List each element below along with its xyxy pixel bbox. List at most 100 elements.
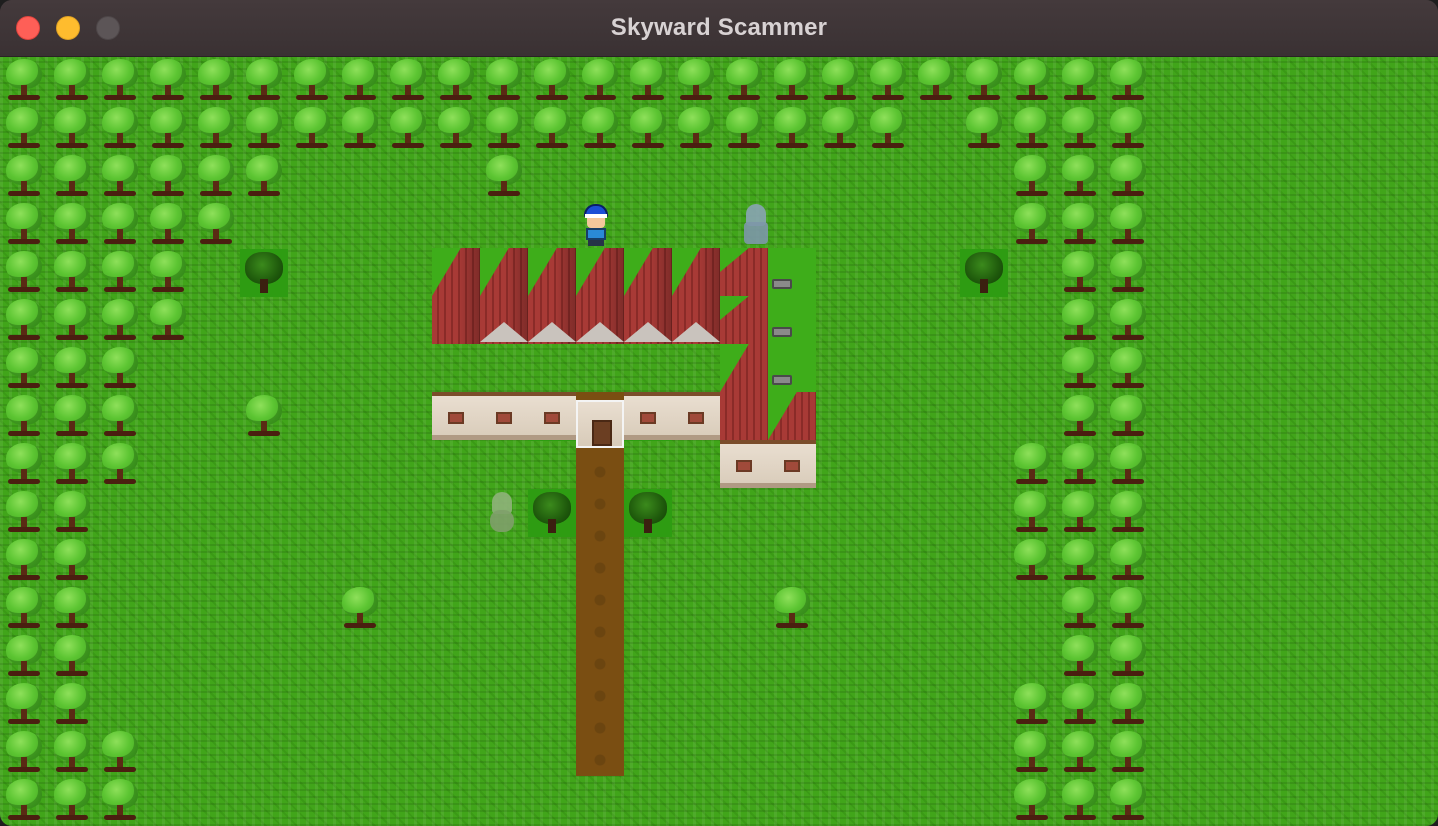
game-map[interactable] [0,57,1438,826]
house-wall [768,440,816,488]
tree-icon [0,681,48,729]
tree-icon [48,105,96,153]
tree-icon [240,153,288,201]
tree-icon [96,201,144,249]
house-wall [528,392,576,440]
tree-icon [480,57,528,105]
tree-icon [672,105,720,153]
player-body [586,228,606,240]
tree-icon [1104,393,1152,441]
tree-icon [96,441,144,489]
tree-icon [1056,585,1104,633]
tree-icon [1008,441,1056,489]
tree-icon [864,57,912,105]
tree-icon [48,441,96,489]
green-npc[interactable] [484,490,520,534]
ghost-npc[interactable] [738,202,774,246]
tree-icon [1104,441,1152,489]
house-wall [432,392,480,440]
tree-icon [192,153,240,201]
tree-icon [0,297,48,345]
tree-icon [1008,729,1056,777]
tree-icon [1104,249,1152,297]
tree-icon [0,729,48,777]
tree-icon [1056,201,1104,249]
tree-icon [1104,153,1152,201]
tree-icon [0,345,48,393]
npc-robe [744,222,768,244]
tree-icon [336,105,384,153]
tree-icon [48,537,96,585]
player-character[interactable] [578,202,614,246]
tree-icon [384,57,432,105]
tree-icon [96,249,144,297]
tree-icon [720,105,768,153]
chimney-icon [772,279,792,289]
tree-icon [1104,777,1152,825]
tree-icon [96,777,144,825]
tree-icon [144,105,192,153]
tree-icon [1056,537,1104,585]
tree-icon [1104,681,1152,729]
tree-icon [0,777,48,825]
tree-icon [768,585,816,633]
tree-icon [0,249,48,297]
tree-icon [1104,105,1152,153]
tree-icon [1104,201,1152,249]
tree-icon [768,105,816,153]
tree-icon [0,441,48,489]
house-door[interactable] [576,400,624,448]
tree-icon [48,249,96,297]
tree-icon [144,297,192,345]
tree-icon [1056,489,1104,537]
tree-icon [816,105,864,153]
tree-icon [240,105,288,153]
tree-icon [1056,153,1104,201]
tree-icon [0,105,48,153]
tree-icon [240,57,288,105]
tree-icon [48,345,96,393]
tree-icon [1056,777,1104,825]
tree-icon [672,57,720,105]
door-icon [592,420,612,446]
tree-icon [1056,345,1104,393]
tree-icon [48,57,96,105]
tree-icon [192,105,240,153]
tree-icon [1104,345,1152,393]
house-wall [720,440,768,488]
tree-icon [1056,57,1104,105]
tree-icon [1056,393,1104,441]
tree-icon [48,297,96,345]
tree-icon [48,585,96,633]
tree-icon [0,57,48,105]
tree-icon [720,57,768,105]
tree-icon [336,57,384,105]
tree-icon [144,153,192,201]
bush-tree-icon [960,249,1008,297]
tree-icon [1104,297,1152,345]
tree-icon [0,537,48,585]
tree-icon [1008,777,1056,825]
tree-icon [432,57,480,105]
tree-icon [48,201,96,249]
tree-icon [1056,633,1104,681]
tree-icon [1104,57,1152,105]
tree-icon [0,393,48,441]
tree-icon [1056,249,1104,297]
dirt-path [576,392,624,776]
tree-icon [96,345,144,393]
title-bar: Skyward Scammer [0,0,1438,57]
tree-icon [528,105,576,153]
tree-icon [96,105,144,153]
tree-icon [48,393,96,441]
tree-icon [1104,489,1152,537]
tree-icon [96,297,144,345]
tree-icon [1056,681,1104,729]
tree-icon [384,105,432,153]
npc-robe [490,510,514,532]
tree-icon [816,57,864,105]
tree-icon [96,729,144,777]
tree-icon [624,57,672,105]
tree-icon [1008,105,1056,153]
tree-icon [1008,57,1056,105]
